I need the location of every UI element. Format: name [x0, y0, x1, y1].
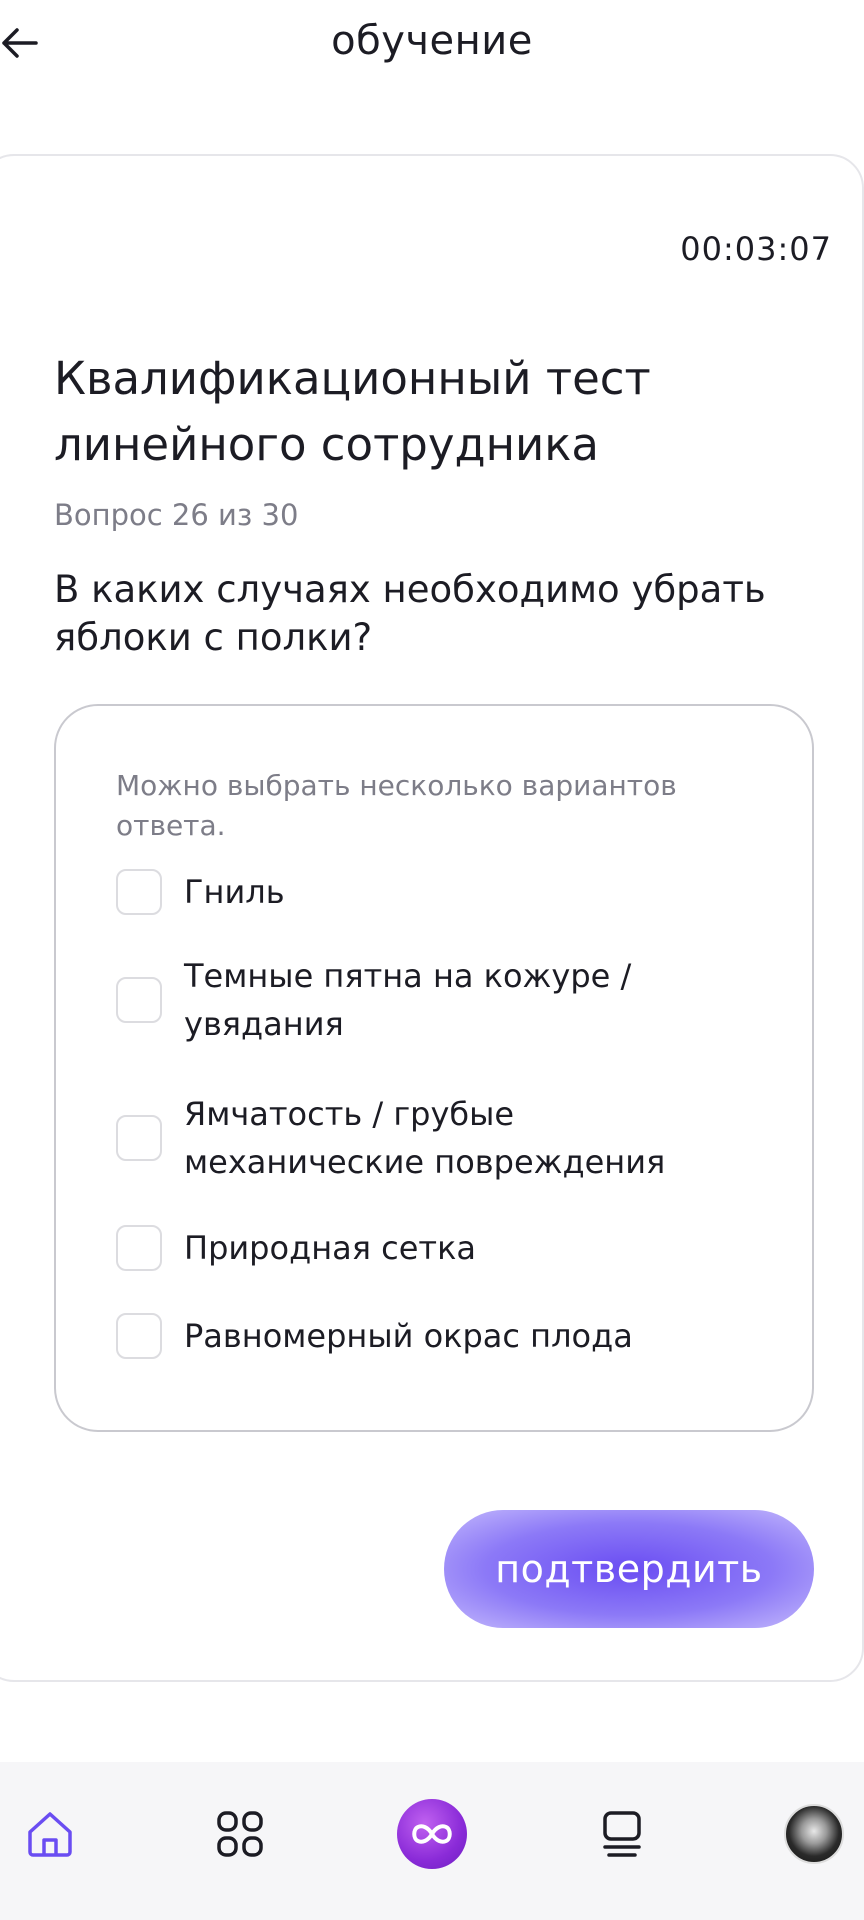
- question-progress: Вопрос 26 из 30: [54, 498, 299, 532]
- answer-options: Можно выбрать несколько вариантов ответа…: [54, 704, 814, 1432]
- answer-option[interactable]: Гниль: [116, 868, 756, 916]
- header: обучение: [0, 0, 864, 90]
- answer-option[interactable]: Ямчатость / грубые механические поврежде…: [116, 1090, 756, 1186]
- center-button: [397, 1799, 467, 1869]
- nav-profile[interactable]: [778, 1798, 850, 1870]
- checkbox[interactable]: [116, 977, 162, 1023]
- answer-option[interactable]: Природная сетка: [116, 1224, 756, 1272]
- answer-option[interactable]: Равномерный окрас плода: [116, 1312, 756, 1360]
- checkbox[interactable]: [116, 1225, 162, 1271]
- question-text: В каких случаях необходимо убрать яблоки…: [54, 568, 766, 659]
- home-icon: [28, 1812, 72, 1857]
- option-label: Природная сетка: [184, 1229, 476, 1267]
- page-title: обучение: [331, 18, 533, 64]
- timer: 00:03:07: [680, 230, 832, 268]
- bottom-nav: [0, 1762, 864, 1920]
- multi-select-hint: Можно выбрать несколько вариантов ответа…: [116, 769, 677, 842]
- option-label: Ямчатость / грубые механические поврежде…: [184, 1095, 666, 1181]
- avatar: [784, 1804, 844, 1864]
- test-card: 00:03:07 Квалификационный тест линейного…: [0, 154, 864, 1682]
- infinity-icon: [412, 1824, 452, 1844]
- grid-icon: [217, 1811, 263, 1857]
- nav-main[interactable]: [396, 1798, 468, 1870]
- option-label: Темные пятна на кожуре / увядания: [184, 957, 632, 1043]
- checkbox[interactable]: [116, 869, 162, 915]
- nav-home[interactable]: [14, 1798, 86, 1870]
- answer-option[interactable]: Темные пятна на кожуре / увядания: [116, 952, 756, 1048]
- list-icon: [603, 1811, 641, 1857]
- nav-courses[interactable]: [586, 1798, 658, 1870]
- nav-catalog[interactable]: [204, 1798, 276, 1870]
- option-label: Гниль: [184, 873, 285, 911]
- checkbox[interactable]: [116, 1115, 162, 1161]
- confirm-button[interactable]: подтвердить: [444, 1510, 814, 1628]
- test-title: Квалификационный тест линейного сотрудни…: [54, 352, 651, 471]
- checkbox[interactable]: [116, 1313, 162, 1359]
- option-label: Равномерный окрас плода: [184, 1317, 633, 1355]
